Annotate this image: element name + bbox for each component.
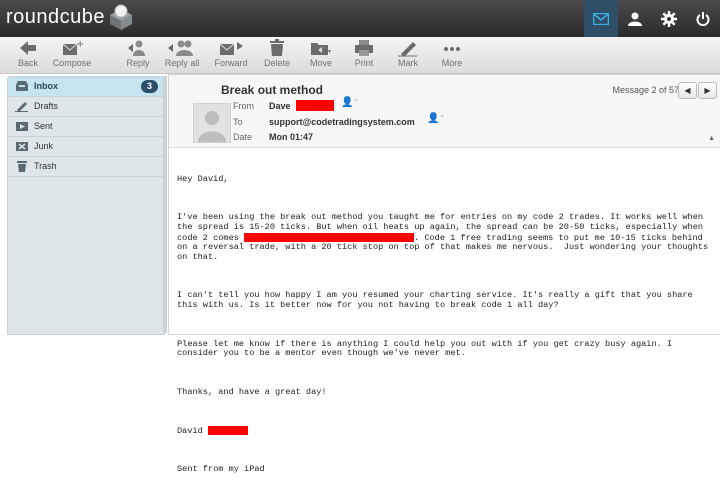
date-label: Date — [233, 132, 253, 142]
back-arrow-icon — [20, 41, 36, 55]
redaction-box — [244, 232, 415, 242]
folder-inbox[interactable]: Inbox 3 — [8, 77, 164, 97]
folder-label: Inbox — [34, 81, 58, 91]
message-subject: Break out method — [221, 83, 324, 97]
paragraph-1: I've been using the break out method you… — [177, 211, 714, 262]
sent-icon — [16, 122, 28, 131]
roundcube-logo-icon — [110, 4, 132, 30]
compose-button[interactable]: + Compose — [52, 39, 92, 73]
message-body: Hey David, I've been using the break out… — [177, 155, 717, 504]
folder-junk[interactable]: Junk — [8, 137, 164, 157]
unread-count-badge: 3 — [140, 80, 158, 93]
header-toggle-icon[interactable]: ▲ — [708, 135, 715, 142]
move-label: Move — [309, 58, 332, 68]
trash-icon — [17, 161, 27, 172]
toolbar: Back + Compose Reply Reply all Forward D… — [0, 37, 720, 74]
mail-icon[interactable] — [584, 0, 618, 37]
to-address[interactable]: support@codetradingsystem.com — [269, 117, 415, 127]
user-icon[interactable] — [618, 0, 652, 37]
reply-all-button[interactable]: Reply all — [162, 39, 202, 73]
avatar-placeholder-icon — [198, 111, 226, 142]
forward-label: Forward — [214, 58, 248, 68]
junk-icon — [16, 142, 28, 151]
compose-icon: + — [62, 39, 83, 55]
signoff: David — [177, 426, 717, 437]
paragraph-4: Thanks, and have a great day! — [177, 386, 327, 397]
chevron-left-icon: ◀ — [684, 86, 691, 95]
print-button[interactable]: Print — [350, 39, 378, 73]
folder-trash[interactable]: Trash — [8, 157, 164, 177]
folder-label: Trash — [34, 161, 57, 171]
from-name[interactable]: Dave — [269, 101, 291, 111]
more-button[interactable]: More — [438, 39, 466, 73]
power-icon[interactable] — [686, 0, 720, 37]
more-dots-icon — [444, 47, 460, 51]
add-contact-icon[interactable]: 👤⁺ — [427, 113, 445, 124]
folder-move-icon: ▾ — [311, 43, 331, 55]
compose-label: Compose — [52, 58, 92, 68]
message-header: Break out method Message 2 of 57 ◀ ▶ Fro… — [169, 75, 720, 148]
top-bar: roundcube — [0, 0, 720, 37]
redaction-box — [207, 426, 248, 436]
print-label: Print — [354, 58, 374, 68]
move-button[interactable]: ▾ Move — [306, 39, 336, 73]
mark-label: Mark — [398, 58, 418, 68]
sent-from: Sent from my iPad — [177, 464, 265, 475]
next-message-button[interactable]: ▶ — [698, 82, 717, 99]
forward-button[interactable]: Forward — [214, 39, 248, 73]
inbox-icon — [16, 81, 28, 91]
mark-button[interactable]: Mark — [394, 39, 422, 73]
folder-list: Inbox 3 Drafts Sent Junk Trash — [7, 76, 165, 335]
redaction-box — [296, 100, 334, 111]
folder-label: Sent — [34, 121, 53, 131]
reply-all-icon — [168, 40, 193, 56]
sender-avatar — [193, 103, 231, 143]
paragraph-2: I can't tell you how happy I am you resu… — [177, 290, 698, 311]
printer-icon — [355, 40, 373, 56]
reply-button[interactable]: Reply — [124, 39, 152, 73]
pen-icon — [398, 42, 417, 57]
pane-splitter[interactable] — [163, 76, 167, 333]
pencil-icon — [15, 102, 28, 112]
reply-label: Reply — [126, 58, 150, 68]
app-logo[interactable]: roundcube — [6, 6, 105, 29]
trash-icon — [270, 39, 284, 56]
folder-label: Junk — [34, 141, 54, 151]
reply-all-label: Reply all — [164, 58, 200, 68]
svg-text:▾: ▾ — [328, 48, 331, 55]
svg-text:+: + — [76, 39, 83, 50]
folder-sent[interactable]: Sent — [8, 117, 164, 137]
reply-icon — [128, 40, 145, 56]
paragraph-3: Please let me know if there is anything … — [177, 338, 678, 359]
greeting: Hey David, — [177, 173, 229, 184]
from-label: From — [233, 101, 254, 111]
chevron-right-icon: ▶ — [704, 86, 711, 95]
date-value: Mon 01:47 — [269, 132, 314, 142]
message-position: Message 2 of 57 — [612, 85, 679, 95]
more-label: More — [441, 58, 463, 68]
back-label: Back — [17, 58, 38, 68]
add-contact-icon[interactable]: 👤⁺ — [341, 97, 359, 108]
to-label: To — [233, 117, 243, 127]
delete-label: Delete — [263, 58, 290, 68]
back-button[interactable]: Back — [14, 39, 42, 73]
forward-icon — [219, 42, 243, 55]
gear-icon[interactable] — [652, 0, 686, 37]
previous-message-button[interactable]: ◀ — [678, 82, 697, 99]
message-view: Break out method Message 2 of 57 ◀ ▶ Fro… — [168, 74, 720, 474]
folder-label: Drafts — [34, 101, 59, 111]
folder-drafts[interactable]: Drafts — [8, 97, 164, 117]
delete-button[interactable]: Delete — [262, 39, 292, 73]
